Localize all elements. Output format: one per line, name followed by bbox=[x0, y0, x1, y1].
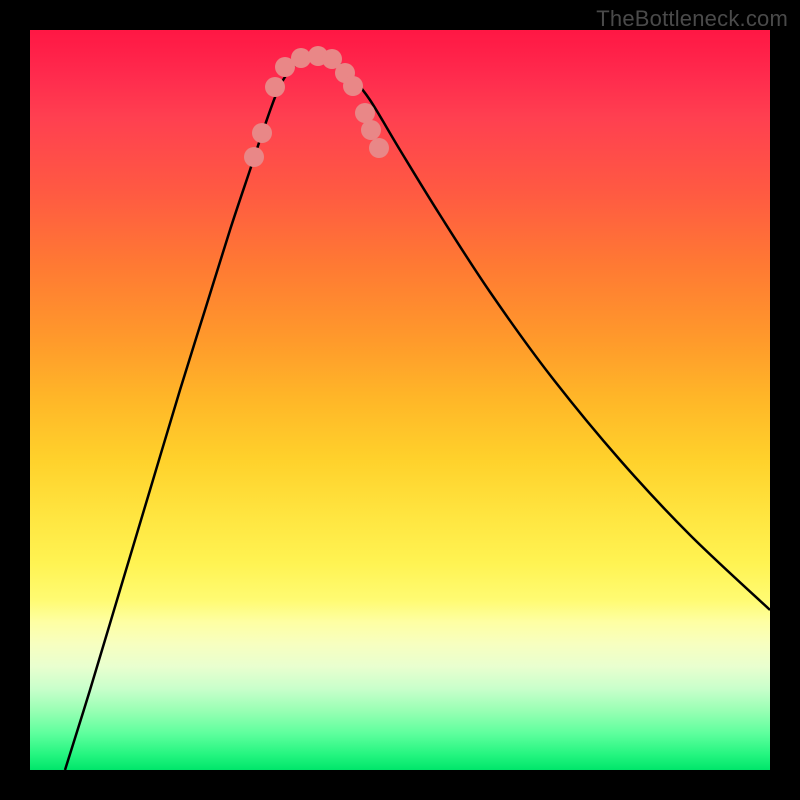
highlight-dot bbox=[343, 76, 363, 96]
highlight-dot bbox=[265, 77, 285, 97]
chart-svg bbox=[30, 30, 770, 770]
highlight-dot bbox=[291, 48, 311, 68]
chart-frame: TheBottleneck.com bbox=[0, 0, 800, 800]
highlight-dot bbox=[369, 138, 389, 158]
plot-area bbox=[30, 30, 770, 770]
highlight-dot bbox=[361, 120, 381, 140]
watermark-label: TheBottleneck.com bbox=[596, 6, 788, 32]
highlight-dot bbox=[244, 147, 264, 167]
highlight-dot bbox=[355, 103, 375, 123]
highlight-dot bbox=[252, 123, 272, 143]
bottleneck-curve bbox=[65, 55, 770, 770]
